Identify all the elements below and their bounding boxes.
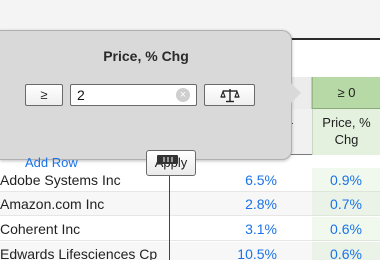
price-chg-cell: 0.6% — [312, 242, 380, 260]
value-cell: 2.8% — [245, 196, 277, 212]
compare-button[interactable] — [204, 84, 255, 106]
filter-popup: Price, % Chg ≥ × Add Row Apply — [0, 30, 292, 176]
company-name: Coherent Inc — [0, 221, 81, 237]
price-chg-cell: 0.7% — [312, 192, 380, 216]
popup-title: Price, % Chg — [103, 48, 189, 64]
company-name: Adobe Systems Inc — [0, 172, 121, 188]
operator-button[interactable]: ≥ — [25, 84, 63, 106]
value-cell: 10.5% — [237, 246, 277, 260]
resize-grip-icon[interactable] — [157, 155, 178, 164]
table-row[interactable]: Amazon.com Inc 2.8% 0.7% — [0, 192, 380, 216]
price-chg-cell: 0.6% — [312, 217, 380, 241]
value-cell: 3.1% — [245, 221, 277, 237]
price-filter-badge[interactable]: ≥ 0 — [312, 77, 380, 109]
popup-pointer — [288, 80, 301, 106]
clear-x-icon[interactable]: × — [176, 88, 190, 102]
column-header-price-chg[interactable]: Price, % Chg — [312, 109, 380, 155]
table-row[interactable]: Coherent Inc 3.1% 0.6% — [0, 217, 380, 241]
price-chg-cell: 0.9% — [312, 168, 380, 192]
add-row-link[interactable]: Add Row — [25, 155, 78, 170]
company-name: Edwards Lifesciences Cp — [0, 246, 158, 260]
table-row[interactable]: Edwards Lifesciences Cp 10.5% 0.6% — [0, 242, 380, 260]
balance-scale-icon — [220, 89, 240, 103]
company-name: Amazon.com Inc — [0, 196, 105, 212]
